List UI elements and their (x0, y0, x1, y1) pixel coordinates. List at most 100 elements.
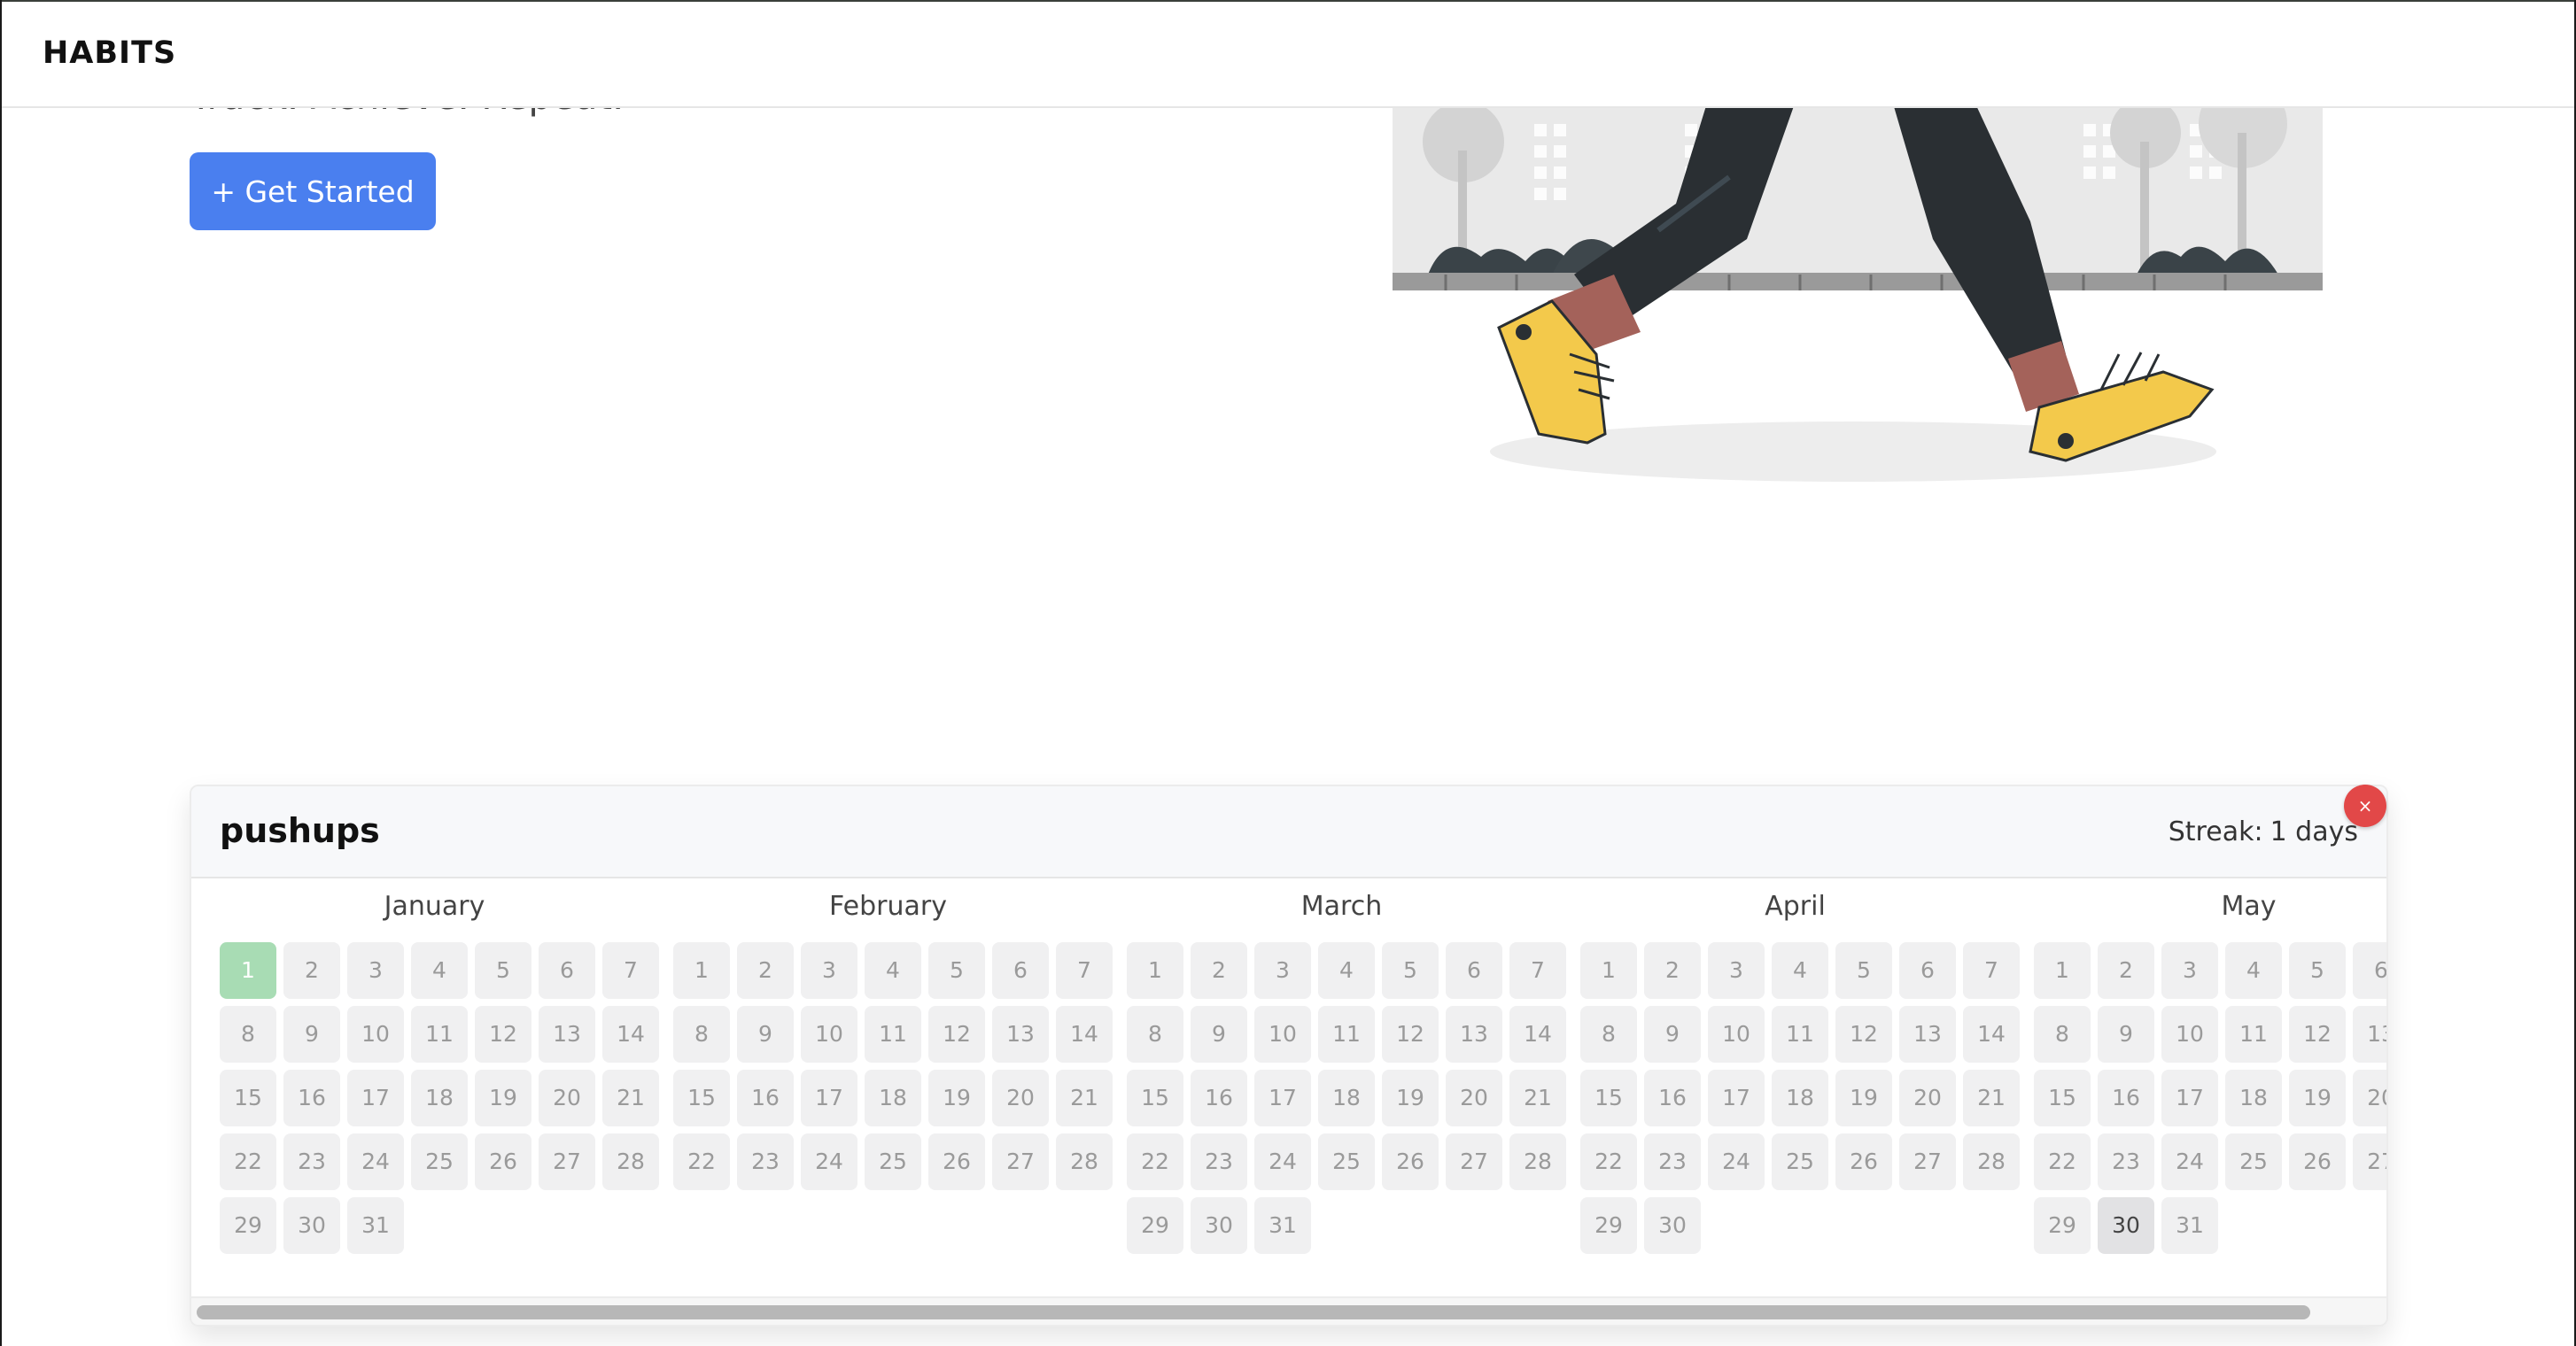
day-cell[interactable]: 12 (2289, 1006, 2346, 1063)
day-cell[interactable]: 30 (2098, 1197, 2154, 1254)
day-cell[interactable]: 8 (673, 1006, 730, 1063)
day-cell[interactable]: 28 (602, 1133, 659, 1190)
day-cell[interactable]: 11 (1318, 1006, 1375, 1063)
day-cell[interactable]: 26 (1835, 1133, 1892, 1190)
day-cell[interactable]: 26 (1382, 1133, 1439, 1190)
day-cell[interactable]: 4 (411, 942, 468, 999)
day-cell[interactable]: 1 (1127, 942, 1183, 999)
day-cell[interactable]: 20 (539, 1070, 595, 1126)
day-cell[interactable]: 19 (475, 1070, 531, 1126)
day-cell[interactable]: 22 (2034, 1133, 2091, 1190)
day-cell[interactable]: 6 (539, 942, 595, 999)
day-cell[interactable]: 20 (992, 1070, 1049, 1126)
day-cell[interactable]: 2 (737, 942, 794, 999)
day-cell[interactable]: 5 (1382, 942, 1439, 999)
day-cell[interactable]: 21 (1056, 1070, 1113, 1126)
day-cell[interactable]: 7 (602, 942, 659, 999)
day-cell[interactable]: 23 (1644, 1133, 1701, 1190)
day-cell[interactable]: 2 (2098, 942, 2154, 999)
day-cell[interactable]: 30 (1644, 1197, 1701, 1254)
day-cell[interactable]: 24 (801, 1133, 857, 1190)
day-cell[interactable]: 23 (1191, 1133, 1247, 1190)
day-cell[interactable]: 22 (673, 1133, 730, 1190)
day-cell[interactable]: 22 (220, 1133, 276, 1190)
day-cell[interactable]: 30 (1191, 1197, 1247, 1254)
day-cell[interactable]: 3 (2161, 942, 2218, 999)
day-cell[interactable]: 22 (1580, 1133, 1637, 1190)
day-cell[interactable]: 8 (1127, 1006, 1183, 1063)
day-cell[interactable]: 16 (283, 1070, 340, 1126)
day-cell[interactable]: 27 (1899, 1133, 1956, 1190)
day-cell[interactable]: 13 (1899, 1006, 1956, 1063)
brand-logo[interactable]: HABITS (43, 35, 176, 71)
day-cell[interactable]: 1 (2034, 942, 2091, 999)
day-cell[interactable]: 17 (1708, 1070, 1765, 1126)
day-cell[interactable]: 19 (928, 1070, 985, 1126)
day-cell[interactable]: 27 (992, 1133, 1049, 1190)
day-cell[interactable]: 7 (1056, 942, 1113, 999)
day-cell[interactable]: 31 (1254, 1197, 1311, 1254)
day-cell[interactable]: 15 (220, 1070, 276, 1126)
delete-habit-button[interactable]: × (2344, 785, 2386, 827)
day-cell[interactable]: 15 (673, 1070, 730, 1126)
day-cell[interactable]: 26 (928, 1133, 985, 1190)
day-cell[interactable]: 25 (411, 1133, 468, 1190)
day-cell[interactable]: 29 (2034, 1197, 2091, 1254)
day-cell[interactable]: 19 (1382, 1070, 1439, 1126)
day-cell[interactable]: 28 (1056, 1133, 1113, 1190)
day-cell[interactable]: 6 (1899, 942, 1956, 999)
day-cell[interactable]: 10 (347, 1006, 404, 1063)
day-cell[interactable]: 25 (2225, 1133, 2282, 1190)
day-cell[interactable]: 3 (347, 942, 404, 999)
day-cell[interactable]: 1 (1580, 942, 1637, 999)
day-cell[interactable]: 31 (347, 1197, 404, 1254)
day-cell[interactable]: 24 (1254, 1133, 1311, 1190)
day-cell[interactable]: 13 (992, 1006, 1049, 1063)
day-cell[interactable]: 17 (801, 1070, 857, 1126)
day-cell[interactable]: 28 (1509, 1133, 1566, 1190)
day-cell[interactable]: 9 (283, 1006, 340, 1063)
day-cell[interactable]: 20 (1899, 1070, 1956, 1126)
day-cell[interactable]: 11 (411, 1006, 468, 1063)
day-cell[interactable]: 26 (475, 1133, 531, 1190)
day-cell[interactable]: 15 (2034, 1070, 2091, 1126)
day-cell[interactable]: 16 (1191, 1070, 1247, 1126)
day-cell[interactable]: 4 (2225, 942, 2282, 999)
day-cell[interactable]: 16 (1644, 1070, 1701, 1126)
day-cell[interactable]: 17 (347, 1070, 404, 1126)
day-cell[interactable]: 14 (1963, 1006, 2020, 1063)
day-cell[interactable]: 9 (2098, 1006, 2154, 1063)
day-cell[interactable]: 12 (928, 1006, 985, 1063)
day-cell[interactable]: 18 (1772, 1070, 1828, 1126)
day-cell[interactable]: 10 (2161, 1006, 2218, 1063)
day-cell[interactable]: 11 (2225, 1006, 2282, 1063)
day-cell[interactable]: 14 (1509, 1006, 1566, 1063)
day-cell[interactable]: 7 (1963, 942, 2020, 999)
day-cell[interactable]: 11 (1772, 1006, 1828, 1063)
day-cell[interactable]: 23 (283, 1133, 340, 1190)
day-cell[interactable]: 2 (1644, 942, 1701, 999)
day-cell[interactable]: 15 (1580, 1070, 1637, 1126)
day-cell[interactable]: 14 (602, 1006, 659, 1063)
day-cell[interactable]: 8 (2034, 1006, 2091, 1063)
day-cell[interactable]: 4 (1318, 942, 1375, 999)
day-cell[interactable]: 29 (1580, 1197, 1637, 1254)
day-cell[interactable]: 25 (865, 1133, 921, 1190)
day-cell[interactable]: 1 (673, 942, 730, 999)
day-cell[interactable]: 12 (475, 1006, 531, 1063)
day-cell[interactable]: 3 (1708, 942, 1765, 999)
day-cell[interactable]: 13 (2353, 1006, 2386, 1063)
day-cell[interactable]: 3 (801, 942, 857, 999)
day-cell[interactable]: 12 (1382, 1006, 1439, 1063)
day-cell[interactable]: 1 (220, 942, 276, 999)
day-cell[interactable]: 23 (737, 1133, 794, 1190)
day-cell[interactable]: 10 (1254, 1006, 1311, 1063)
day-cell[interactable]: 16 (737, 1070, 794, 1126)
day-cell[interactable]: 3 (1254, 942, 1311, 999)
day-cell[interactable]: 21 (1509, 1070, 1566, 1126)
day-cell[interactable]: 4 (865, 942, 921, 999)
scrollbar-thumb[interactable] (197, 1305, 2310, 1319)
day-cell[interactable]: 6 (1446, 942, 1502, 999)
day-cell[interactable]: 22 (1127, 1133, 1183, 1190)
day-cell[interactable]: 7 (1509, 942, 1566, 999)
